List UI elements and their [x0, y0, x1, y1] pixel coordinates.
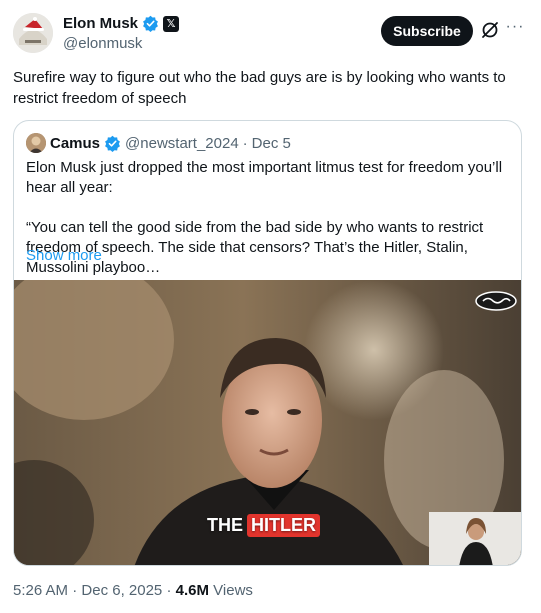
quote-handle[interactable]: @newstart_2024: [125, 135, 239, 152]
post-text: Surefire way to figure out who the bad g…: [13, 69, 506, 107]
more-icon[interactable]: ···: [505, 19, 525, 40]
post-time[interactable]: 5:26 AM: [13, 582, 68, 599]
author-name[interactable]: Elon Musk: [63, 15, 138, 32]
quote-author-name[interactable]: Camus: [50, 135, 100, 152]
footer-separator-1: ·: [72, 582, 78, 599]
subscribe-button[interactable]: Subscribe: [381, 16, 473, 46]
quote-paragraph-1: Elon Musk just dropped the most importan…: [26, 159, 503, 196]
show-more-link[interactable]: Show more: [26, 247, 102, 264]
post-date[interactable]: Dec 6, 2025: [81, 582, 162, 599]
avatar-image: [13, 13, 53, 53]
video-thumbnail[interactable]: THE HITLER: [14, 280, 521, 565]
verified-badge-icon: [143, 15, 158, 32]
views-label: Views: [213, 582, 253, 599]
post-header: Elon Musk 𝕏 @elonmusk Subscribe ···: [13, 13, 528, 53]
x-affiliate-badge-icon: 𝕏: [163, 15, 180, 32]
quote-verified-badge-icon: [105, 135, 120, 152]
quote-header: Camus @newstart_2024 · Dec 5: [26, 133, 291, 153]
quoted-post[interactable]: Camus @newstart_2024 · Dec 5 Elon Musk j…: [13, 120, 522, 566]
caption-highlight: HITLER: [247, 514, 320, 537]
video-caption: THE HITLER: [207, 514, 320, 537]
quote-date[interactable]: Dec 5: [252, 135, 291, 152]
footer-separator-2: ·: [166, 582, 172, 599]
avatar[interactable]: [13, 13, 53, 53]
author-handle[interactable]: @elonmusk: [63, 35, 142, 52]
caption-plain: THE: [207, 515, 243, 535]
grok-icon[interactable]: [480, 20, 500, 40]
name-line: Elon Musk 𝕏: [63, 15, 180, 32]
views-count: 4.6M: [175, 582, 209, 599]
quote-separator: ·: [242, 134, 248, 152]
camus-watermark-icon: [475, 291, 517, 311]
quote-avatar-image: [26, 133, 46, 153]
post-footer: 5:26 AM · Dec 6, 2025 · 4.6M Views: [13, 582, 253, 599]
quote-avatar[interactable]: [26, 133, 46, 153]
sign-language-interpreter-image: [429, 512, 521, 565]
